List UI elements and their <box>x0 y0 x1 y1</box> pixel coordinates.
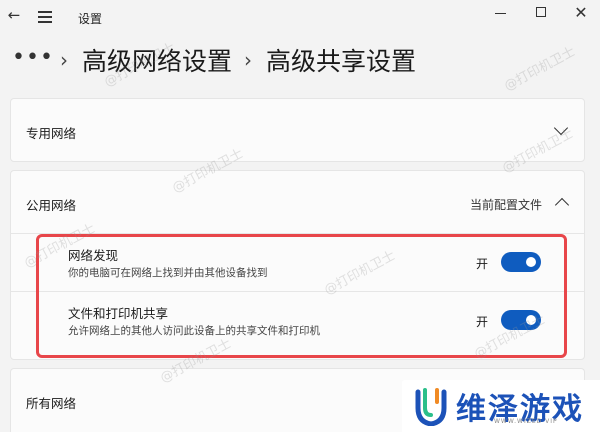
section-private-network[interactable]: 专用网络 <box>10 98 585 162</box>
section-label: 公用网络 <box>26 198 77 213</box>
section-label: 专用网络 <box>26 126 77 141</box>
logo-subtext: WWW.WIZED VIP <box>494 418 558 425</box>
section-header[interactable]: 公用网络 当前配置文件 <box>11 171 584 231</box>
watermark: @打印机卫士 <box>501 44 578 95</box>
close-icon[interactable]: ✕ <box>570 4 592 22</box>
section-label: 所有网络 <box>26 396 77 411</box>
page-title: 高级共享设置 <box>266 47 417 76</box>
breadcrumb-more-button[interactable]: ••• <box>12 45 53 70</box>
site-logo: 维泽游戏 WWW.WIZED VIP <box>402 380 600 432</box>
chevron-up-icon <box>554 197 570 213</box>
breadcrumb: ••• › 高级网络设置 › 高级共享设置 <box>12 38 416 82</box>
chevron-down-icon <box>553 120 569 136</box>
breadcrumb-separator: › <box>244 48 253 72</box>
highlight-box <box>36 234 567 358</box>
back-arrow-icon[interactable]: ← <box>4 4 24 26</box>
title-bar: ← 设置 ✕ <box>0 0 600 36</box>
minimize-icon[interactable] <box>490 4 512 22</box>
maximize-icon[interactable] <box>530 4 552 22</box>
window-title: 设置 <box>78 12 103 26</box>
logo-mark-icon <box>415 388 447 426</box>
hamburger-menu-icon[interactable] <box>38 11 52 23</box>
current-profile-label: 当前配置文件 <box>469 198 542 212</box>
breadcrumb-item-advanced-network[interactable]: 高级网络设置 <box>82 42 232 78</box>
breadcrumb-separator: › <box>60 48 68 72</box>
